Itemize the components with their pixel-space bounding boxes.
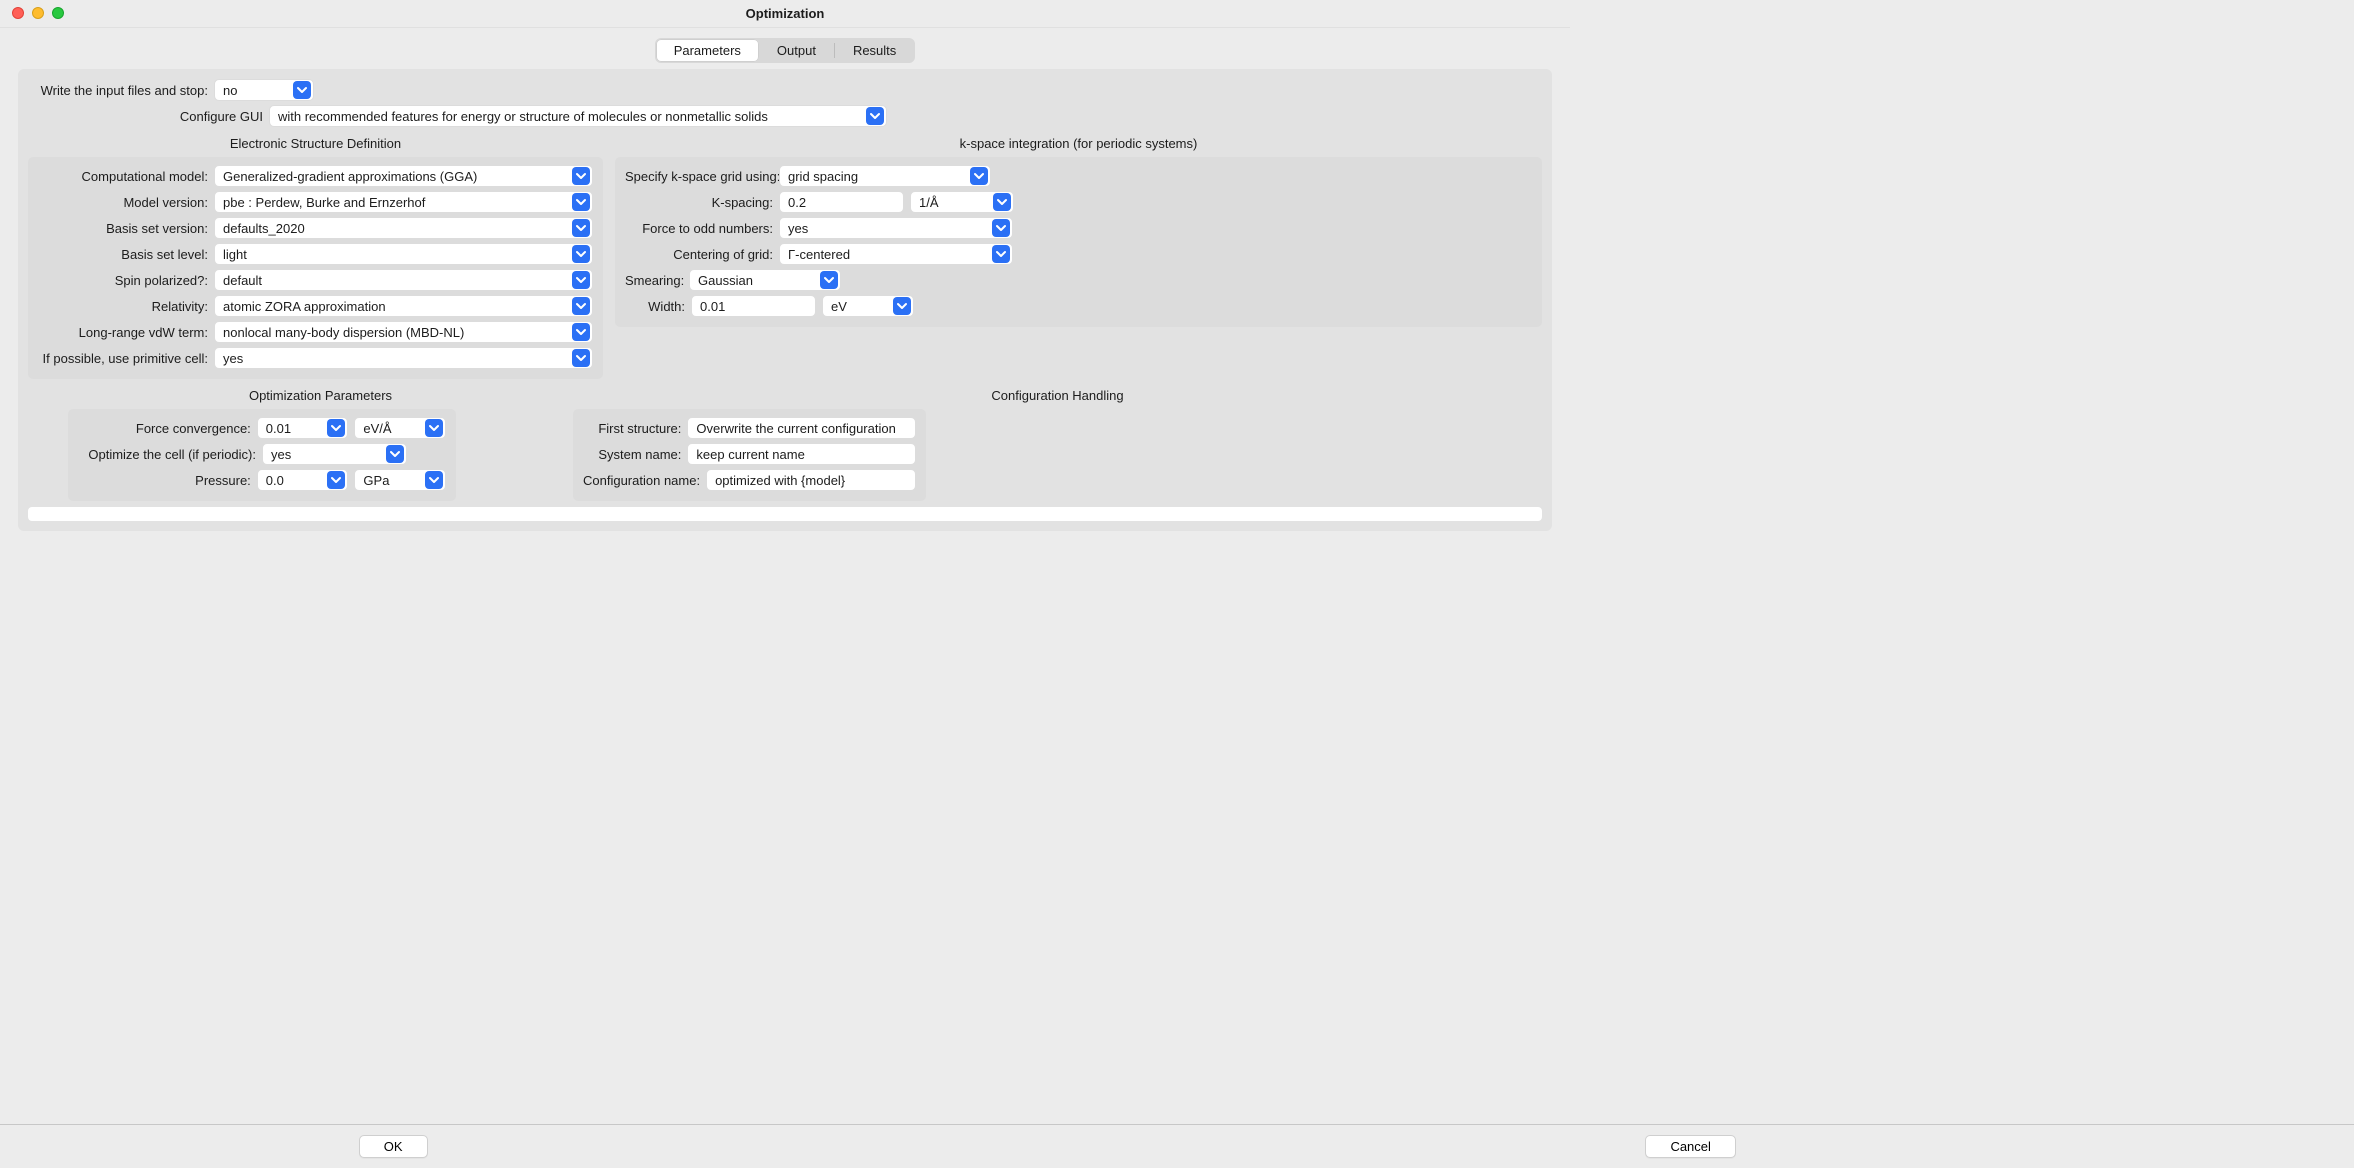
chevron-down-icon: [572, 167, 590, 185]
chevron-down-icon: [425, 471, 443, 489]
minimize-icon[interactable]: [32, 7, 44, 19]
pressure-unit-select[interactable]: GPa: [354, 469, 446, 491]
chevron-down-icon: [572, 193, 590, 211]
force-odd-select[interactable]: yes: [779, 217, 1013, 239]
esd-title: Electronic Structure Definition: [28, 133, 603, 157]
system-name-input[interactable]: keep current name: [687, 443, 916, 465]
page-title: Optimization: [746, 6, 825, 21]
opt-title: Optimization Parameters: [68, 385, 573, 409]
write-input-label: Write the input files and stop:: [28, 83, 208, 98]
main-panel: Write the input files and stop: no Confi…: [18, 69, 1552, 531]
width-label: Width:: [647, 299, 685, 314]
system-name-label: System name:: [583, 447, 681, 462]
chevron-down-icon: [572, 323, 590, 341]
basis-set-version-select[interactable]: defaults_2020: [214, 217, 593, 239]
pressure-label: Pressure:: [78, 473, 251, 488]
force-conv-label: Force convergence:: [78, 421, 251, 436]
kspacing-unit-select[interactable]: 1/Å: [910, 191, 1014, 213]
tabbar: Parameters Output Results: [18, 38, 1552, 63]
chevron-down-icon: [425, 419, 443, 437]
first-struct-input[interactable]: Overwrite the current configuration: [687, 417, 916, 439]
basis-set-version-label: Basis set version:: [38, 221, 208, 236]
footer: OK Cancel: [0, 1124, 2354, 1168]
force-conv-select[interactable]: 0.01: [257, 417, 349, 439]
tab-output[interactable]: Output: [759, 39, 834, 62]
force-odd-label: Force to odd numbers:: [625, 221, 773, 236]
relativity-select[interactable]: atomic ZORA approximation: [214, 295, 593, 317]
spin-select[interactable]: default: [214, 269, 593, 291]
first-struct-label: First structure:: [583, 421, 681, 436]
pressure-select[interactable]: 0.0: [257, 469, 349, 491]
chevron-down-icon: [327, 471, 345, 489]
tab-results[interactable]: Results: [835, 39, 914, 62]
ok-button[interactable]: OK: [359, 1135, 428, 1158]
chevron-down-icon: [572, 349, 590, 367]
centering-select[interactable]: Γ-centered: [779, 243, 1013, 265]
chevron-down-icon: [993, 193, 1011, 211]
basis-set-level-label: Basis set level:: [38, 247, 208, 262]
force-conv-unit-select[interactable]: eV/Å: [354, 417, 446, 439]
chevron-down-icon: [820, 271, 838, 289]
chevron-down-icon: [327, 419, 345, 437]
chevron-down-icon: [970, 167, 988, 185]
chevron-down-icon: [992, 219, 1010, 237]
config-name-label: Configuration name:: [583, 473, 700, 488]
comp-model-label: Computational model:: [38, 169, 208, 184]
smearing-select[interactable]: Gaussian: [689, 269, 841, 291]
vdw-label: Long-range vdW term:: [38, 325, 208, 340]
chevron-down-icon: [572, 245, 590, 263]
chevron-down-icon: [572, 219, 590, 237]
chevron-down-icon: [866, 107, 884, 125]
chevron-down-icon: [386, 445, 404, 463]
primcell-label: If possible, use primitive cell:: [38, 351, 208, 366]
primcell-select[interactable]: yes: [214, 347, 593, 369]
chevron-down-icon: [992, 245, 1010, 263]
model-version-label: Model version:: [38, 195, 208, 210]
chevron-down-icon: [572, 271, 590, 289]
write-input-select[interactable]: no: [214, 79, 314, 101]
opt-cell-select[interactable]: yes: [262, 443, 407, 465]
specify-grid-label: Specify k-space grid using:: [625, 169, 773, 184]
width-input[interactable]: 0.01: [691, 295, 816, 317]
kspacing-input[interactable]: 0.2: [779, 191, 904, 213]
width-unit-select[interactable]: eV: [822, 295, 914, 317]
model-version-select[interactable]: pbe : Perdew, Burke and Ernzerhof: [214, 191, 593, 213]
kspacing-label: K-spacing:: [625, 195, 773, 210]
smearing-label: Smearing:: [625, 273, 683, 288]
opt-cell-label: Optimize the cell (if periodic):: [78, 447, 256, 462]
titlebar: Optimization: [0, 0, 1570, 28]
opt-panel: Force convergence: 0.01 eV/Å Optimize th…: [68, 409, 456, 501]
configure-gui-label: Configure GUI: [28, 109, 263, 124]
spin-label: Spin polarized?:: [38, 273, 208, 288]
chevron-down-icon: [572, 297, 590, 315]
vdw-select[interactable]: nonlocal many-body dispersion (MBD-NL): [214, 321, 593, 343]
centering-label: Centering of grid:: [625, 247, 773, 262]
chevron-down-icon: [893, 297, 911, 315]
esd-panel: Computational model: Generalized-gradien…: [28, 157, 603, 379]
chevron-down-icon: [293, 81, 311, 99]
cancel-button[interactable]: Cancel: [1645, 1135, 1735, 1158]
basis-set-level-select[interactable]: light: [214, 243, 593, 265]
kspace-title: k-space integration (for periodic system…: [615, 133, 1542, 157]
cfg-panel: First structure: Overwrite the current c…: [573, 409, 926, 501]
window-controls: [12, 7, 64, 19]
specify-grid-select[interactable]: grid spacing: [779, 165, 991, 187]
cfg-title: Configuration Handling: [573, 385, 1542, 409]
close-icon[interactable]: [12, 7, 24, 19]
scrollbar-track[interactable]: [28, 507, 1542, 521]
kspace-panel: Specify k-space grid using: grid spacing…: [615, 157, 1542, 327]
configure-gui-select[interactable]: with recommended features for energy or …: [269, 105, 887, 127]
zoom-icon[interactable]: [52, 7, 64, 19]
comp-model-select[interactable]: Generalized-gradient approximations (GGA…: [214, 165, 593, 187]
config-name-input[interactable]: optimized with {model}: [706, 469, 916, 491]
tab-parameters[interactable]: Parameters: [656, 39, 759, 62]
relativity-label: Relativity:: [38, 299, 208, 314]
